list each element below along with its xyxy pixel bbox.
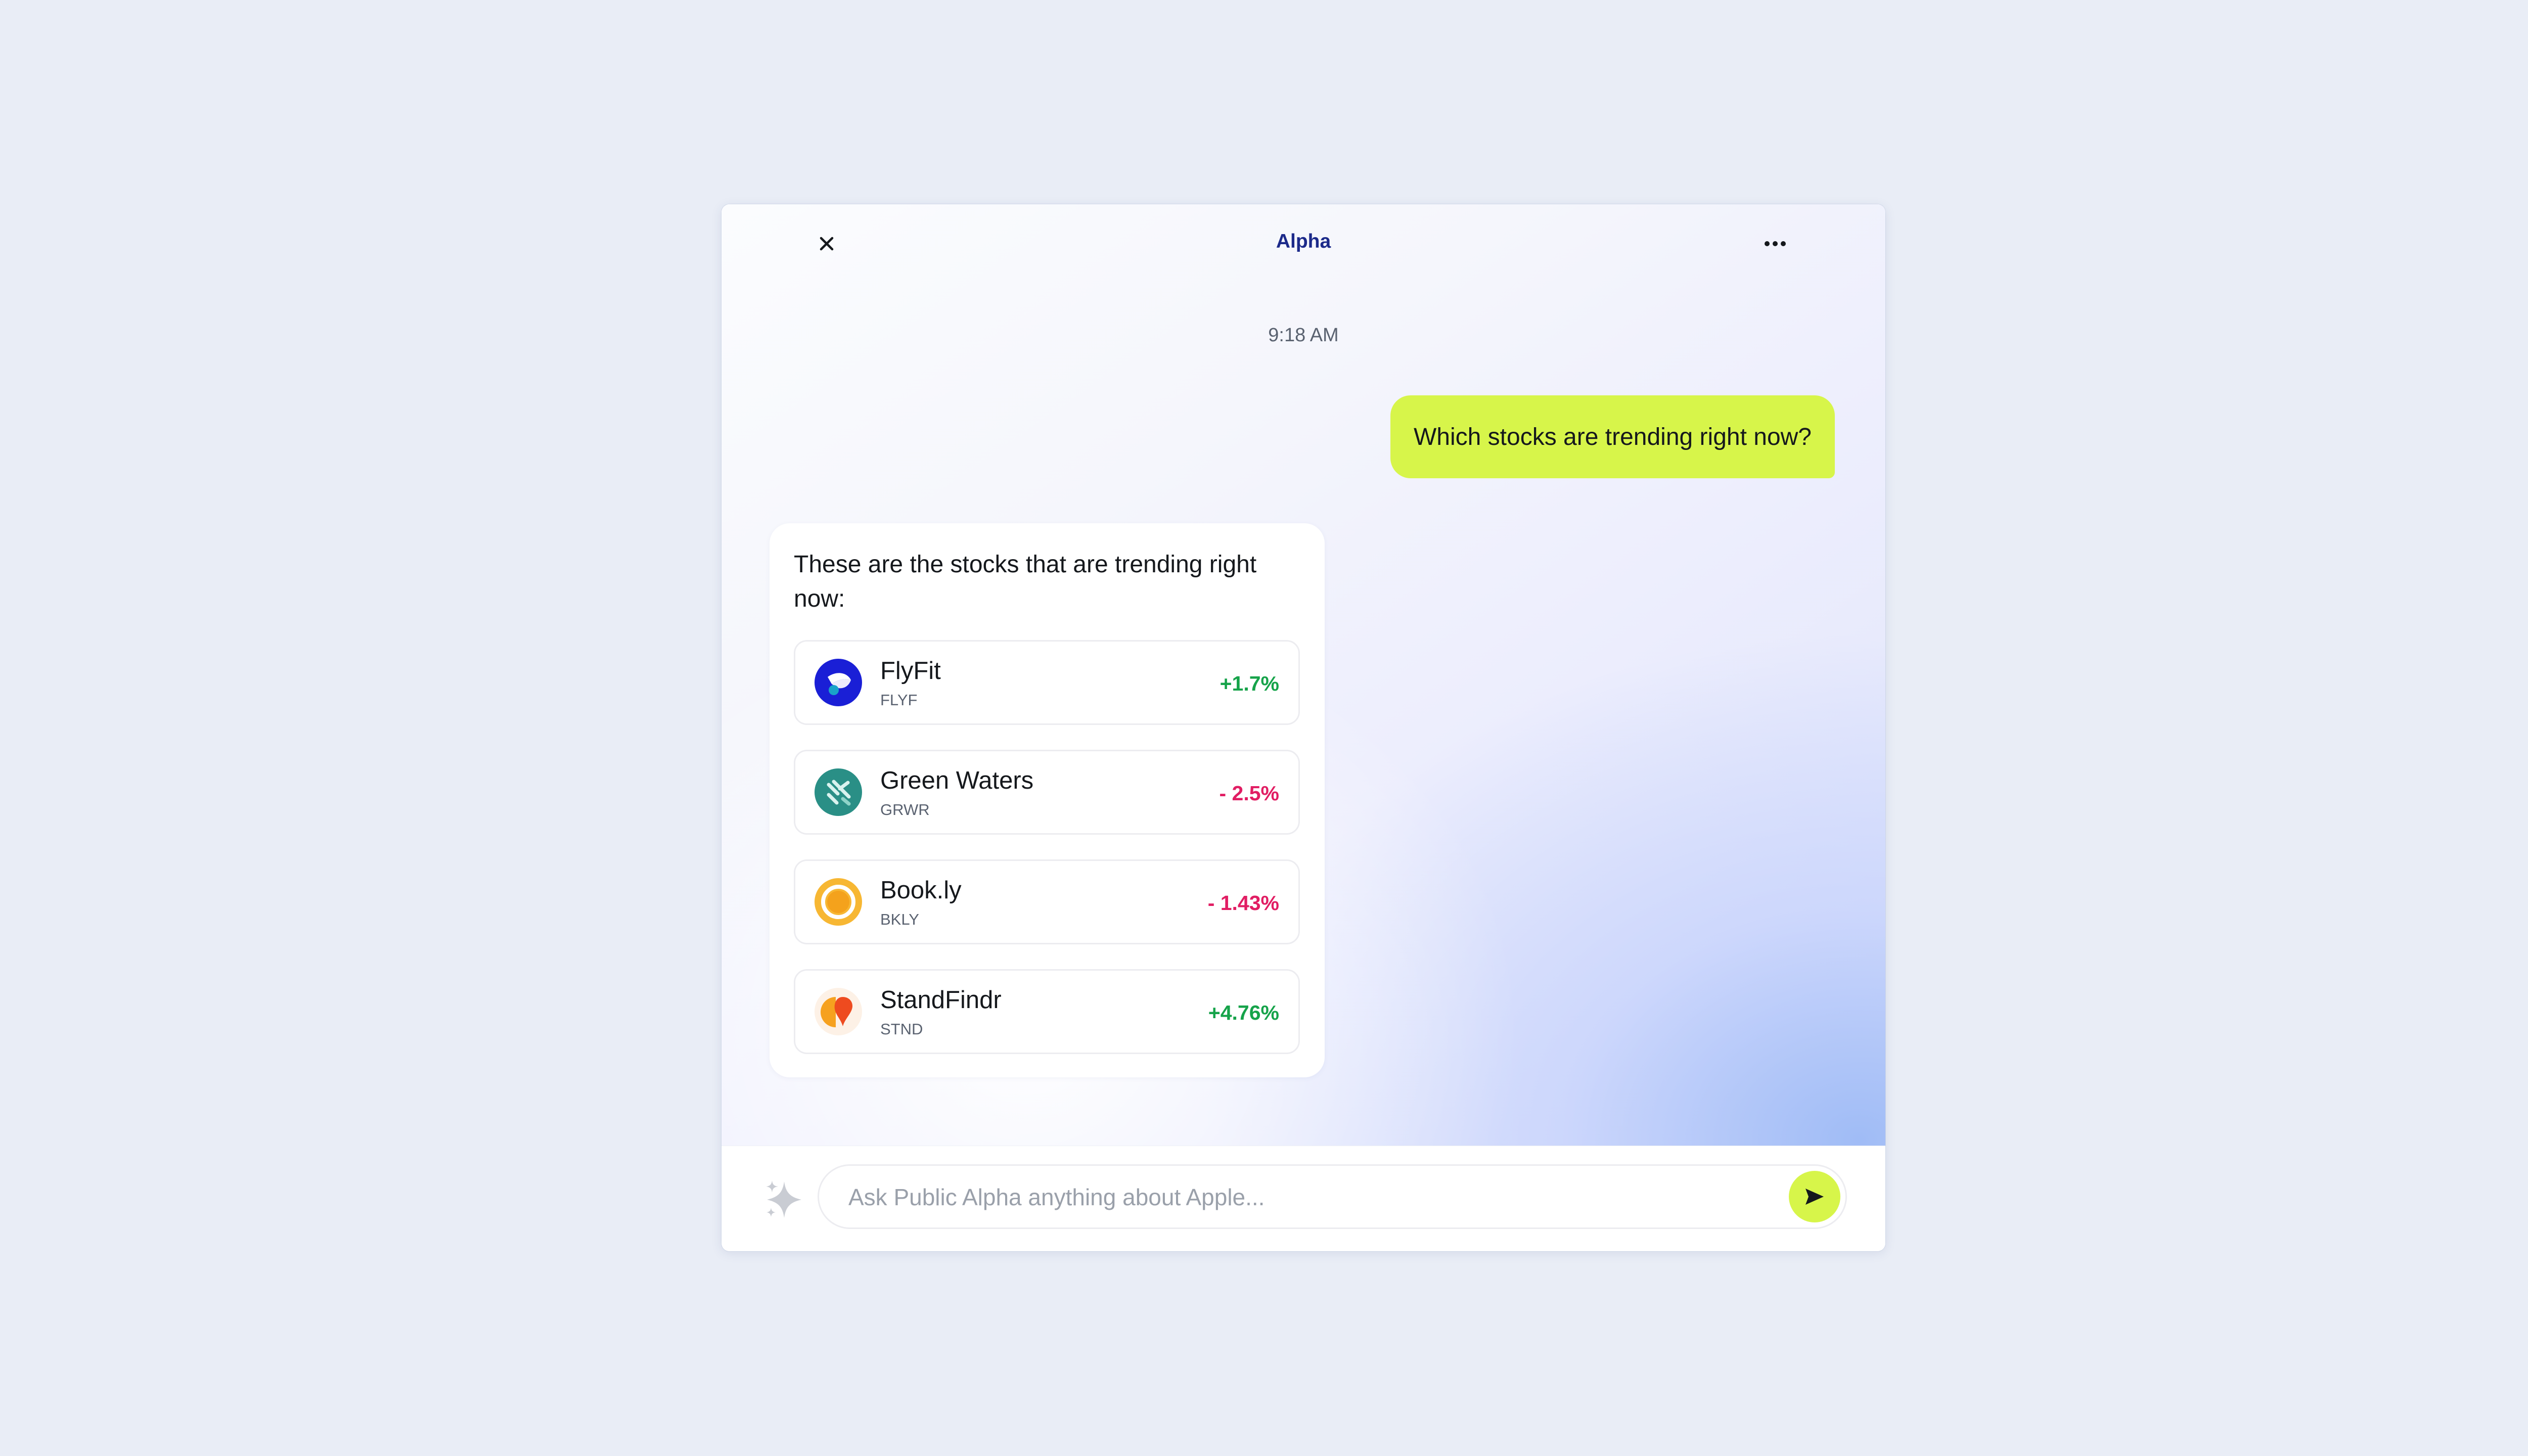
stock-row-flyfit[interactable]: FlyFit FLYF +1.7% xyxy=(794,640,1300,725)
stock-change: +1.7% xyxy=(1220,672,1279,695)
stock-row-standfindr[interactable]: StandFindr STND +4.76% xyxy=(794,969,1300,1054)
sparkle-icon[interactable] xyxy=(761,1176,807,1223)
stock-name: Green Waters xyxy=(880,767,1034,794)
stock-ticker: STND xyxy=(880,1020,923,1038)
chat-title: Alpha xyxy=(1276,231,1331,252)
stock-ticker: BKLY xyxy=(880,911,919,928)
flyfit-logo-icon xyxy=(815,659,862,706)
stock-ticker: FLYF xyxy=(880,691,918,709)
chat-header: Alpha xyxy=(721,204,1885,280)
stock-name: StandFindr xyxy=(880,986,1002,1014)
chat-input-container xyxy=(818,1164,1847,1229)
message-composer xyxy=(721,1146,1885,1251)
stock-row-bookly[interactable]: Book.ly BKLY - 1.43% xyxy=(794,859,1300,944)
standfindr-logo-icon xyxy=(815,988,862,1035)
green-waters-logo-icon xyxy=(815,768,862,816)
assistant-message-text: These are the stocks that are trending r… xyxy=(794,551,1257,612)
send-arrow-icon xyxy=(1805,1189,1824,1205)
assistant-message-card: These are the stocks that are trending r… xyxy=(770,523,1325,1077)
send-button[interactable] xyxy=(1789,1171,1840,1222)
chat-area: Alpha 9:18 AM Which stocks are trending … xyxy=(721,204,1885,1146)
more-horizontal-icon xyxy=(1765,241,1786,246)
more-options-button[interactable] xyxy=(1754,230,1796,258)
alpha-chat-window: Alpha 9:18 AM Which stocks are trending … xyxy=(721,204,1885,1251)
stock-row-green-waters[interactable]: Green Waters GRWR - 2.5% xyxy=(794,750,1300,835)
user-message-bubble: Which stocks are trending right now? xyxy=(1390,395,1835,478)
stock-change: - 1.43% xyxy=(1207,891,1279,915)
stock-name: Book.ly xyxy=(880,877,962,904)
stock-name: FlyFit xyxy=(880,657,941,685)
chat-input[interactable] xyxy=(848,1177,1758,1217)
stock-ticker: GRWR xyxy=(880,801,930,818)
message-timestamp: 9:18 AM xyxy=(1268,325,1339,346)
bookly-logo-icon xyxy=(815,878,862,926)
stock-change: +4.76% xyxy=(1208,1001,1279,1024)
stock-change: - 2.5% xyxy=(1219,782,1280,805)
